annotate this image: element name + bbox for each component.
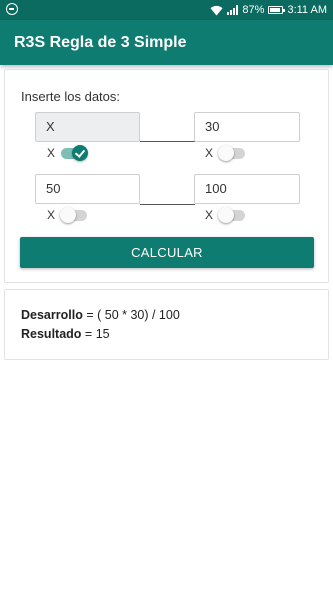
signal-icon [227,5,239,15]
app-title: R3S Regla de 3 Simple [14,34,187,51]
result-line: Resultado = 15 [21,327,110,341]
toggle-b[interactable]: X [205,143,245,163]
battery-icon [268,6,286,14]
battery-percent: 87% [242,4,265,16]
development-value: = ( 50 * 30) / 100 [86,308,180,322]
development-line: Desarrollo = ( 50 * 30) / 100 [21,308,180,322]
value-d-field[interactable]: 100 [194,174,300,204]
toggle-c-label: X [47,208,56,222]
toggle-a-label: X [47,146,56,160]
prompt-label: Inserte los datos: [21,89,120,104]
ratio-line-top [140,141,195,142]
toggle-c-switch[interactable] [60,207,87,223]
value-c-field[interactable]: 50 [35,174,140,204]
toggle-d[interactable]: X [205,205,245,225]
ratio-line-bottom [140,204,195,205]
development-label: Desarrollo [21,308,83,322]
toggle-c[interactable]: X [47,205,87,225]
clock: 3:11 AM [287,4,327,16]
value-b-field[interactable]: 30 [194,112,300,142]
do-not-disturb-icon [6,3,18,15]
input-card: Inserte los datos: X 30 X X 50 100 X X C… [4,69,329,283]
toggle-d-label: X [205,208,214,222]
result-card: Desarrollo = ( 50 * 30) / 100 Resultado … [4,289,329,360]
toggle-a-switch[interactable] [61,145,88,161]
value-a-field[interactable]: X [35,112,140,142]
calculate-button[interactable]: CALCULAR [20,237,314,268]
result-label: Resultado [21,327,82,341]
toggle-b-switch[interactable] [218,145,245,161]
toggle-d-switch[interactable] [218,207,245,223]
status-bar: 87% 3:11 AM [0,0,333,20]
result-value: = 15 [84,327,110,341]
wifi-icon [210,5,223,16]
toggle-b-label: X [205,146,214,160]
toggle-a[interactable]: X [47,143,88,163]
app-bar: R3S Regla de 3 Simple [0,20,333,65]
